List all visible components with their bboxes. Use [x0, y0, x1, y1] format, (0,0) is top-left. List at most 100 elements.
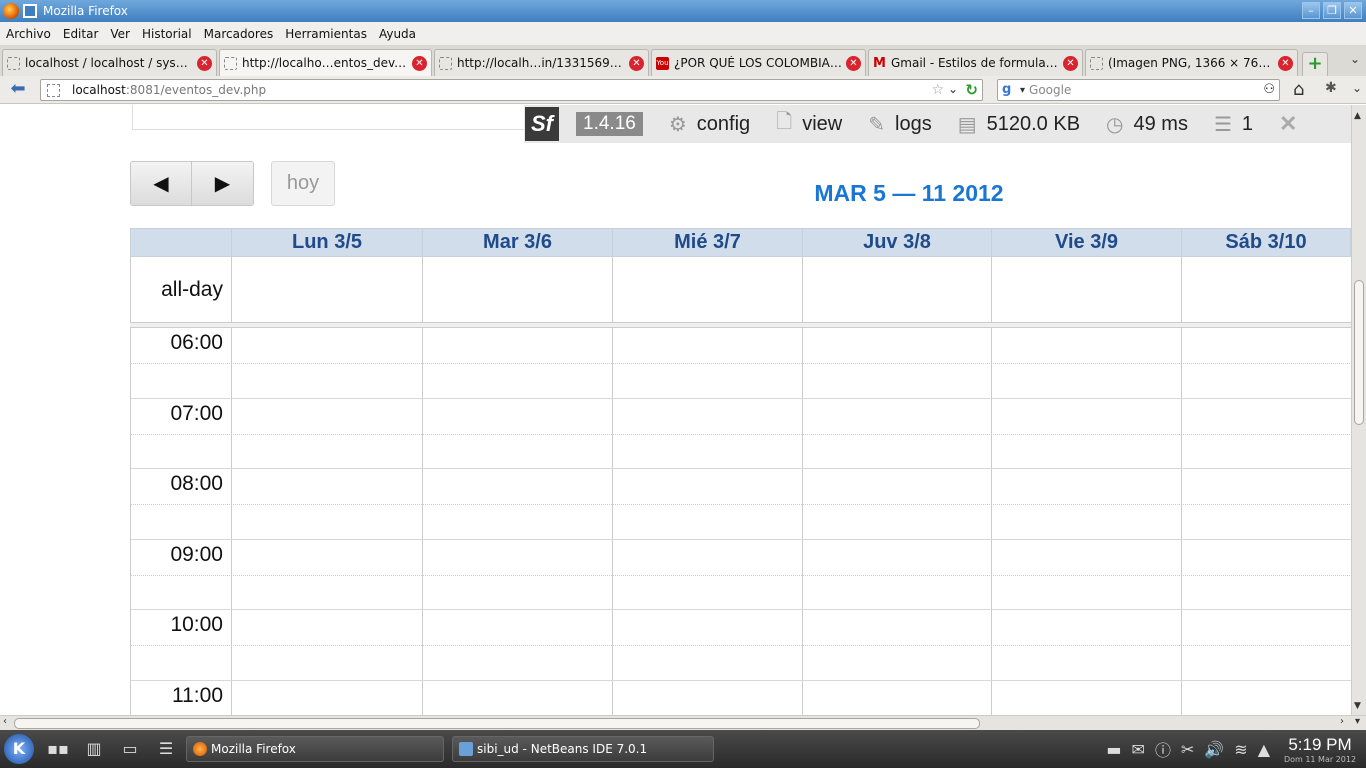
addon-icon[interactable]: ✱ — [1325, 80, 1337, 96]
menu-editar[interactable]: Editar — [57, 27, 105, 41]
logs-button[interactable]: ✎ logs — [868, 112, 931, 137]
browser-tab-active[interactable]: http://localho…entos_dev.php ✕ — [219, 49, 432, 76]
search-input[interactable]: Google — [1029, 83, 1071, 97]
volume-icon[interactable]: 🔊 — [1204, 740, 1224, 759]
tab-label: localhost / localhost / syshis… — [25, 56, 193, 70]
scroll-down-corner-icon[interactable]: ▾ — [1355, 716, 1360, 727]
gear-icon: ⚙ — [668, 113, 687, 136]
desktop-pager-icon[interactable]: ☰ — [154, 737, 178, 761]
info-icon[interactable]: ⓘ — [1155, 737, 1171, 761]
allday-slot[interactable] — [991, 257, 1181, 322]
scroll-left-icon[interactable]: ‹ — [3, 716, 7, 727]
symfony-version: 1.4.16 — [576, 112, 643, 136]
close-tab-icon[interactable]: ✕ — [846, 55, 861, 71]
reload-icon[interactable]: ↻ — [965, 81, 978, 99]
time-info[interactable]: ◷ 49 ms — [1106, 112, 1188, 137]
history-dropdown-icon[interactable]: ⌄ — [948, 82, 958, 96]
time-slot[interactable] — [1181, 680, 1350, 715]
config-button[interactable]: ⚙ config — [669, 112, 750, 137]
hour-label: 11:00 — [172, 683, 223, 707]
clipboard-scissors-icon[interactable]: ✂ — [1181, 740, 1194, 759]
gmail-icon: M — [873, 55, 886, 71]
clock[interactable]: 5:19 PM Dom 11 Mar 2012 — [1280, 735, 1360, 764]
browser-tab[interactable]: (Imagen PNG, 1366 × 768 pí… ✕ — [1085, 49, 1298, 76]
menu-historial[interactable]: Historial — [136, 27, 198, 41]
horizontal-scrollbar[interactable]: ‹ › ▾ — [0, 715, 1366, 730]
database-info[interactable]: ☰ 1 — [1214, 112, 1253, 137]
allday-slot[interactable] — [612, 257, 802, 322]
hour-row: 10:00 — [131, 610, 1351, 681]
time-slot[interactable] — [612, 680, 802, 715]
maximize-button[interactable]: ❐ — [1323, 2, 1341, 19]
scroll-right-icon[interactable]: › — [1340, 716, 1344, 727]
config-label: config — [696, 112, 751, 135]
browser-tab[interactable]: You ¿POR QUÉ LOS COLOMBIAN… ✕ — [651, 49, 866, 76]
tab-label: http://localho…entos_dev.php — [242, 56, 408, 70]
close-tab-icon[interactable]: ✕ — [1278, 55, 1293, 71]
time-slot[interactable] — [422, 680, 612, 715]
logs-label: logs — [895, 112, 932, 135]
today-button[interactable]: hoy — [271, 161, 335, 206]
task-firefox[interactable]: Mozilla Firefox — [186, 736, 444, 762]
allday-slot[interactable] — [422, 257, 612, 322]
firefox-icon — [3, 3, 19, 19]
close-toolbar-icon[interactable]: ✕ — [1279, 111, 1297, 137]
bookmark-star-icon[interactable]: ☆ — [931, 82, 944, 98]
time-slot[interactable] — [991, 680, 1181, 715]
menu-herramientas[interactable]: Herramientas — [279, 27, 373, 41]
menu-bar: Archivo Editar Ver Historial Marcadores … — [0, 22, 1366, 46]
url-bar[interactable]: localhost :8081/eventos_dev.php ☆ ⌄ ↻ — [40, 79, 983, 101]
browser-tab[interactable]: http://localh…in/1331569800 ✕ — [434, 49, 649, 76]
allday-slot[interactable] — [231, 257, 422, 322]
view-button[interactable]: 🗋 view — [776, 107, 842, 141]
toolbar-chevron-icon[interactable]: ⌄ — [1352, 81, 1362, 95]
prev-week-button[interactable]: ◀ — [131, 162, 192, 205]
horizontal-scroll-thumb[interactable] — [14, 718, 980, 729]
scroll-down-icon[interactable]: ▼ — [1354, 701, 1361, 711]
time-slot[interactable] — [802, 680, 991, 715]
window-menu-icon[interactable] — [23, 4, 37, 18]
symfony-debug-toolbar: Sf 1.4.16 ⚙ config 🗋 view ✎ logs ▤ 5120.… — [524, 105, 1351, 143]
menu-ayuda[interactable]: Ayuda — [373, 27, 422, 41]
symfony-logo[interactable]: Sf — [525, 107, 559, 141]
navigation-bar: ⬅ localhost :8081/eventos_dev.php ☆ ⌄ ↻ … — [0, 76, 1366, 104]
page-content: Sf 1.4.16 ⚙ config 🗋 view ✎ logs ▤ 5120.… — [0, 105, 1351, 715]
close-tab-icon[interactable]: ✕ — [197, 55, 212, 71]
new-tab-button[interactable]: + — [1302, 52, 1328, 76]
menu-marcadores[interactable]: Marcadores — [198, 27, 280, 41]
task-netbeans[interactable]: sibi_ud - NetBeans IDE 7.0.1 — [452, 736, 714, 762]
home-icon[interactable]: ⌂ — [1293, 79, 1304, 100]
scroll-up-icon[interactable]: ▲ — [1354, 111, 1361, 121]
search-engine-dropdown-icon[interactable]: ▾ — [1020, 85, 1025, 96]
wifi-icon[interactable]: ≋ — [1234, 740, 1247, 759]
clock-date: Dom 11 Mar 2012 — [1283, 754, 1357, 764]
binoculars-icon[interactable]: ⚇ — [1263, 82, 1275, 97]
close-tab-icon[interactable]: ✕ — [1063, 55, 1078, 71]
vertical-scrollbar[interactable]: ▲ ▼ — [1351, 105, 1366, 715]
time-slot[interactable] — [231, 680, 422, 715]
back-arrow-icon[interactable]: ⬅ — [6, 78, 30, 101]
search-bar[interactable]: g ▾ Google ⚇ — [997, 79, 1280, 101]
menu-archivo[interactable]: Archivo — [0, 27, 57, 41]
close-tab-icon[interactable]: ✕ — [412, 55, 427, 71]
browser-tab[interactable]: localhost / localhost / syshis… ✕ — [2, 49, 217, 76]
allday-slot[interactable] — [1181, 257, 1350, 322]
minimize-button[interactable]: – — [1302, 2, 1320, 19]
close-tab-icon[interactable]: ✕ — [629, 55, 644, 71]
tab-list-chevron-icon[interactable]: ⌄ — [1350, 52, 1360, 66]
day-header: Lun 3/5 — [231, 229, 422, 256]
browser-tab[interactable]: M Gmail - Estilos de formulario… ✕ — [868, 49, 1083, 76]
file-manager-icon[interactable]: ▥ — [82, 737, 106, 761]
kde-menu-icon[interactable]: K — [4, 734, 34, 764]
menu-ver[interactable]: Ver — [104, 27, 136, 41]
mail-icon[interactable]: ✉ — [1132, 740, 1145, 759]
terminal-icon[interactable]: ▭ — [118, 737, 142, 761]
tray-expand-icon[interactable]: ▲ — [1258, 740, 1270, 759]
close-window-button[interactable]: ✕ — [1344, 2, 1362, 19]
vertical-scroll-thumb[interactable] — [1354, 280, 1364, 425]
screen-icon[interactable]: ▬ — [1106, 740, 1121, 759]
allday-slot[interactable] — [802, 257, 991, 322]
memory-value: 5120.0 KB — [986, 112, 1081, 135]
apps-icon[interactable]: ▪▪ — [46, 737, 70, 761]
next-week-button[interactable]: ▶ — [192, 162, 253, 205]
